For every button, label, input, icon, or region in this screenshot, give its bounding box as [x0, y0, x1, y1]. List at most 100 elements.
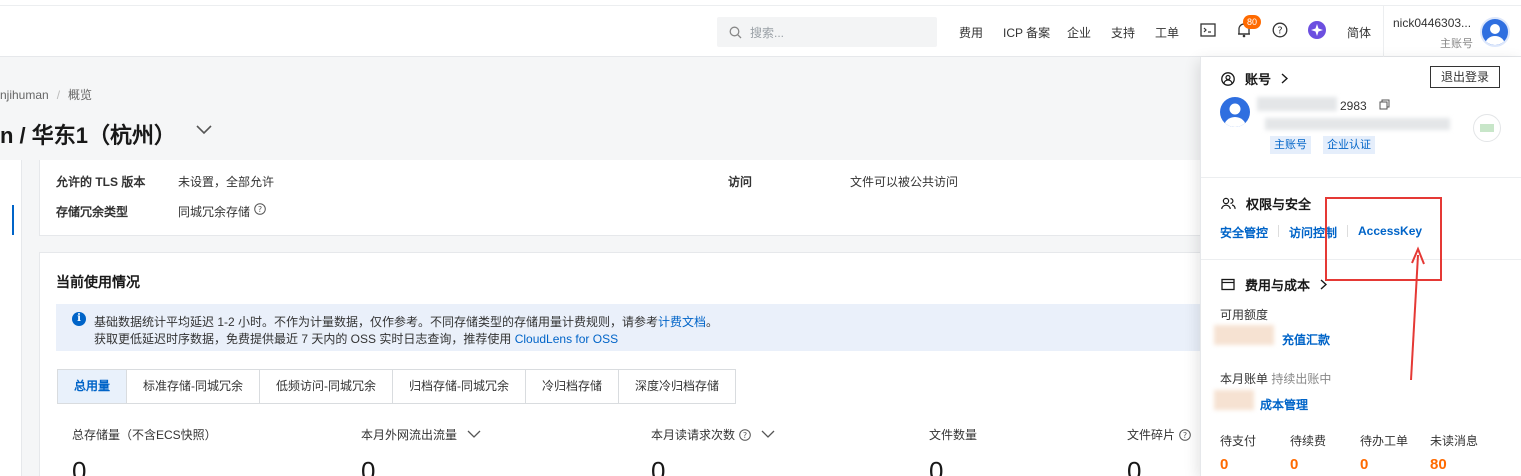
tls-label: 允许的 TLS 版本	[56, 175, 146, 189]
month-bill-status: 持续出账中	[1271, 372, 1332, 386]
svg-text:?: ?	[743, 431, 747, 440]
chevron-down-icon[interactable]	[761, 430, 775, 439]
ai-assistant-icon[interactable]	[1308, 21, 1326, 39]
tab-total[interactable]: 总用量	[58, 370, 128, 403]
svg-text:?: ?	[1277, 26, 1282, 37]
help-icon[interactable]: ?	[739, 428, 751, 441]
storage-tabs: 总用量 标准存储-同城冗余 低频访问-同城冗余 归档存储-同城冗余 冷归档存储 …	[57, 369, 737, 404]
info-icon: i	[72, 312, 86, 326]
avatar[interactable]	[1480, 17, 1510, 47]
help-icon[interactable]: ?	[1271, 21, 1289, 39]
pending-renewal-label[interactable]: 待续费	[1290, 432, 1326, 449]
breadcrumb-bucket[interactable]: njihuman	[0, 88, 49, 102]
chevron-down-icon[interactable]	[467, 430, 481, 439]
unread-message-label[interactable]: 未读消息	[1430, 432, 1478, 449]
pending-payment-value: 0	[1220, 456, 1229, 473]
cost-section-header[interactable]: 费用与成本	[1221, 275, 1328, 294]
info-line-2: 获取更低延迟时序数据，免费提供最近 7 天内的 OSS 实时日志查询，推荐使用 …	[94, 332, 619, 346]
redacted-account-name	[1265, 118, 1450, 130]
security-title: 权限与安全	[1246, 197, 1312, 212]
tab-deep-cold-archive[interactable]: 深度冷归档存储	[619, 370, 736, 403]
divider	[1383, 6, 1384, 57]
cost-management-link[interactable]: 成本管理	[1260, 396, 1308, 413]
access-label: 访问	[728, 175, 753, 189]
users-icon	[1221, 197, 1236, 210]
info-line-1: 基础数据统计平均延迟 1-2 小时。不作为计量数据，仅作参考。不同存储类型的存储…	[94, 315, 719, 329]
security-section-header: 权限与安全	[1221, 194, 1311, 213]
chevron-right-icon	[1281, 73, 1289, 84]
certificate-icon	[1473, 114, 1501, 142]
terminal-icon[interactable]	[1199, 21, 1217, 39]
divider	[1201, 177, 1521, 178]
billing-doc-link[interactable]: 计费文档	[658, 315, 706, 329]
month-bill-label: 本月账单 持续出账中	[1220, 372, 1332, 386]
account-id-partial: 2983	[1340, 99, 1367, 113]
help-icon[interactable]: ?	[254, 203, 266, 218]
redacted-credit-amount	[1214, 325, 1274, 345]
side-menu-strip	[0, 160, 22, 476]
tab-archive[interactable]: 归档存储-同城冗余	[393, 370, 527, 403]
access-control-link[interactable]: 访问控制	[1289, 224, 1337, 241]
redundancy-label: 存储冗余类型	[56, 205, 129, 219]
nav-support[interactable]: 支持	[1111, 24, 1135, 41]
copy-icon[interactable]	[1379, 99, 1390, 113]
metric-value: 0	[72, 456, 87, 476]
tag-enterprise-verified: 企业认证	[1323, 136, 1375, 154]
breadcrumb: njihuman / 概览	[0, 88, 93, 102]
accesskey-link[interactable]: AccessKey	[1358, 224, 1422, 238]
pending-payment-label[interactable]: 待支付	[1220, 432, 1256, 449]
cost-title: 费用与成本	[1245, 278, 1311, 293]
tab-ia[interactable]: 低频访问-同城冗余	[260, 370, 394, 403]
available-credit-label: 可用额度	[1220, 308, 1269, 322]
notification-badge: 80	[1243, 15, 1262, 29]
logout-button[interactable]: 退出登录	[1430, 66, 1500, 88]
search-placeholder: 搜索...	[750, 25, 785, 40]
nav-enterprise[interactable]: 企业	[1067, 24, 1091, 41]
redacted-account-id	[1257, 97, 1337, 111]
metric-value: 0	[929, 456, 944, 476]
divider	[1201, 259, 1521, 260]
cloudlens-link[interactable]: CloudLens for OSS	[515, 332, 618, 346]
metric-total-storage: 总存储量（不含ECS快照）	[72, 428, 217, 442]
pending-ticket-value: 0	[1360, 456, 1369, 473]
user-circle-icon	[1221, 71, 1235, 86]
user-name[interactable]: nick0446303...	[1393, 16, 1471, 30]
svg-text:?: ?	[258, 205, 262, 214]
nav-ticket[interactable]: 工单	[1155, 24, 1179, 41]
language-switch[interactable]: 简体	[1347, 24, 1371, 41]
pending-renewal-value: 0	[1290, 456, 1299, 473]
metric-value: 0	[651, 456, 666, 476]
chevron-down-icon[interactable]	[196, 124, 212, 138]
divider	[1278, 225, 1279, 237]
recharge-link[interactable]: 充值汇款	[1282, 331, 1330, 348]
metric-value: 0	[1127, 456, 1142, 476]
search-icon	[729, 26, 742, 38]
page-title: n / 华东1（杭州）	[0, 123, 177, 148]
metric-fragments: 文件碎片 ?	[1127, 426, 1191, 443]
metric-outbound-traffic: 本月外网流出流量	[361, 426, 481, 443]
breadcrumb-current: 概览	[68, 88, 93, 102]
divider	[1347, 225, 1348, 237]
wallet-icon	[1221, 278, 1235, 291]
nav-fees[interactable]: 费用	[959, 24, 983, 41]
metric-value: 0	[361, 456, 376, 476]
help-icon[interactable]: ?	[1179, 428, 1191, 441]
search-input[interactable]: 搜索...	[717, 17, 937, 47]
tls-value: 未设置，全部允许	[178, 175, 275, 189]
redacted-bill-amount	[1214, 390, 1254, 410]
usage-title: 当前使用情况	[56, 274, 140, 290]
metric-file-count: 文件数量	[929, 428, 978, 442]
tab-cold-archive[interactable]: 冷归档存储	[526, 370, 620, 403]
account-section-header[interactable]: 账号	[1221, 69, 1289, 88]
security-control-link[interactable]: 安全管控	[1220, 224, 1268, 241]
basic-info-card	[39, 160, 1209, 236]
tab-standard[interactable]: 标准存储-同城冗余	[127, 370, 261, 403]
pending-ticket-label[interactable]: 待办工单	[1360, 432, 1408, 449]
unread-message-value: 80	[1430, 456, 1447, 473]
redundancy-value: 同城冗余存储	[178, 205, 251, 219]
top-strip	[0, 0, 1521, 6]
user-role: 主账号	[1440, 38, 1473, 50]
annotation-arrow-icon	[1410, 246, 1425, 381]
nav-icp[interactable]: ICP 备案	[1003, 24, 1050, 41]
metric-read-requests: 本月读请求次数 ?	[651, 426, 775, 443]
